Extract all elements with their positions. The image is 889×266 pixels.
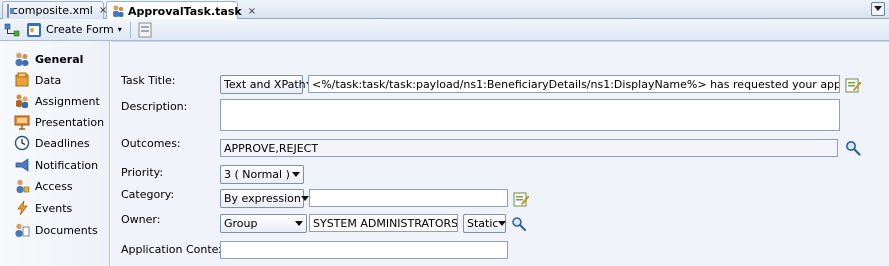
task-title-input[interactable]: <%/task:task/task:payload/ns1:Beneficiar… <box>308 75 840 93</box>
general-form-panel: Task Title: Text and XPath <%/task:task/… <box>111 41 889 266</box>
composite-file-icon <box>7 3 14 18</box>
category-mode-value: By expression <box>224 192 301 205</box>
chevron-down-icon: ▾ <box>117 25 122 34</box>
description-label: Description: <box>121 100 188 113</box>
chevron-down-icon <box>295 221 303 226</box>
toolbar-separator <box>129 21 131 38</box>
tab-label: composite.xml <box>12 4 93 17</box>
category-label: Category: <box>121 188 175 201</box>
users-icon <box>14 51 30 67</box>
megaphone-icon <box>14 157 30 173</box>
chevron-down-icon <box>300 196 309 201</box>
assignment-icon <box>14 93 30 109</box>
nav-item-label: Access <box>35 179 73 193</box>
close-icon[interactable]: × <box>248 6 256 17</box>
tab-list-dropdown-button[interactable] <box>871 2 885 16</box>
create-form-label: Create Form <box>46 23 114 36</box>
task-file-icon <box>111 4 125 18</box>
owner-static-select[interactable]: Static <box>463 214 507 233</box>
description-textarea[interactable] <box>220 99 840 131</box>
nav-item-notification[interactable]: Notification <box>14 155 98 175</box>
structure-icon[interactable] <box>4 22 20 38</box>
nav-item-label: Assignment <box>35 94 100 108</box>
application-context-input[interactable] <box>220 241 508 259</box>
task-title-mode-select[interactable]: Text and XPath <box>220 75 314 94</box>
nav-item-general[interactable]: General <box>14 49 83 69</box>
search-icon[interactable] <box>511 216 527 232</box>
clock-icon <box>14 135 30 151</box>
owner-input[interactable]: SYSTEM ADMINISTRATORS <box>309 214 458 232</box>
nav-item-access[interactable]: Access <box>14 176 73 196</box>
nav-item-label: General <box>35 52 84 66</box>
owner-label: Owner: <box>121 213 161 226</box>
outcomes-field[interactable]: APPROVE,REJECT <box>220 139 838 157</box>
edit-expression-icon[interactable] <box>845 77 862 93</box>
priority-select[interactable]: 3 ( Normal ) <box>220 165 304 184</box>
editor-tab-strip: composite.xml × ApprovalTask.task × <box>0 0 889 20</box>
tab-label: ApprovalTask.task <box>128 4 242 18</box>
nav-item-label: Presentation <box>35 115 105 129</box>
owner-type-select[interactable]: Group <box>220 214 307 233</box>
tab-composite-xml[interactable]: composite.xml × <box>2 1 107 19</box>
tab-approval-task[interactable]: ApprovalTask.task × <box>106 1 256 20</box>
nav-item-deadlines[interactable]: Deadlines <box>14 133 90 153</box>
priority-label: Priority: <box>121 166 164 179</box>
lightning-icon <box>14 200 30 216</box>
search-icon[interactable] <box>845 140 861 156</box>
category-input[interactable] <box>309 189 508 207</box>
data-icon <box>14 72 30 88</box>
nav-item-label: Deadlines <box>35 136 90 150</box>
priority-value: 3 ( Normal ) <box>224 168 290 181</box>
nav-item-assignment[interactable]: Assignment <box>14 91 100 111</box>
task-sections-nav: General Data Assignment Presentation Dea… <box>0 41 110 266</box>
form-icon <box>26 22 42 38</box>
application-context-label: Application Context: <box>121 243 233 256</box>
nav-item-data[interactable]: Data <box>14 70 61 90</box>
task-title-label: Task Title: <box>121 74 176 87</box>
create-form-button[interactable]: Create Form ▾ <box>26 22 122 38</box>
access-icon <box>14 178 30 194</box>
nav-item-label: Data <box>35 73 62 87</box>
chevron-down-icon <box>498 221 507 226</box>
nav-item-label: Notification <box>35 158 99 172</box>
category-mode-select[interactable]: By expression <box>220 189 309 208</box>
owner-static-value: Static <box>467 217 499 230</box>
edit-expression-icon[interactable] <box>513 191 530 207</box>
nav-item-presentation[interactable]: Presentation <box>14 112 104 132</box>
preview-icon[interactable] <box>137 22 153 38</box>
outcomes-label: Outcomes: <box>121 137 181 150</box>
documents-icon <box>14 222 30 238</box>
chevron-down-icon <box>292 172 300 177</box>
nav-item-events[interactable]: Events <box>14 198 72 218</box>
nav-item-documents[interactable]: Documents <box>14 220 98 240</box>
toolbar: Create Form ▾ <box>0 19 889 41</box>
presentation-icon <box>14 114 30 130</box>
task-title-mode-value: Text and XPath <box>224 78 306 91</box>
owner-type-value: Group <box>224 217 258 230</box>
nav-item-label: Events <box>35 201 73 215</box>
nav-item-label: Documents <box>35 223 98 237</box>
